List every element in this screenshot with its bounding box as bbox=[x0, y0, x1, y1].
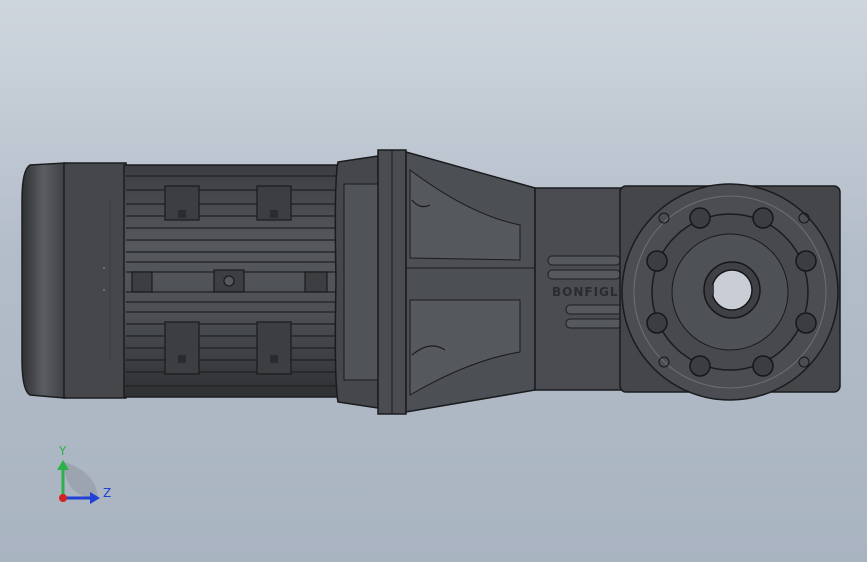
motor-body bbox=[123, 164, 339, 398]
output-housing bbox=[619, 183, 841, 401]
housing-brand-text: BONFIGLI bbox=[552, 285, 624, 299]
coordinate-triad: Y Z bbox=[57, 444, 111, 504]
z-axis-label: Z bbox=[103, 486, 111, 500]
cad-viewport[interactable]: BONFIGLI Y Z bbox=[0, 0, 867, 562]
adapter-flange bbox=[334, 149, 407, 415]
motor-end-cap bbox=[21, 162, 127, 399]
gearbox-housing: BONFIGLI bbox=[405, 151, 626, 413]
y-axis-label: Y bbox=[58, 444, 67, 458]
gearmotor-model[interactable]: BONFIGLI bbox=[21, 149, 841, 415]
x-axis-dot bbox=[59, 494, 67, 502]
